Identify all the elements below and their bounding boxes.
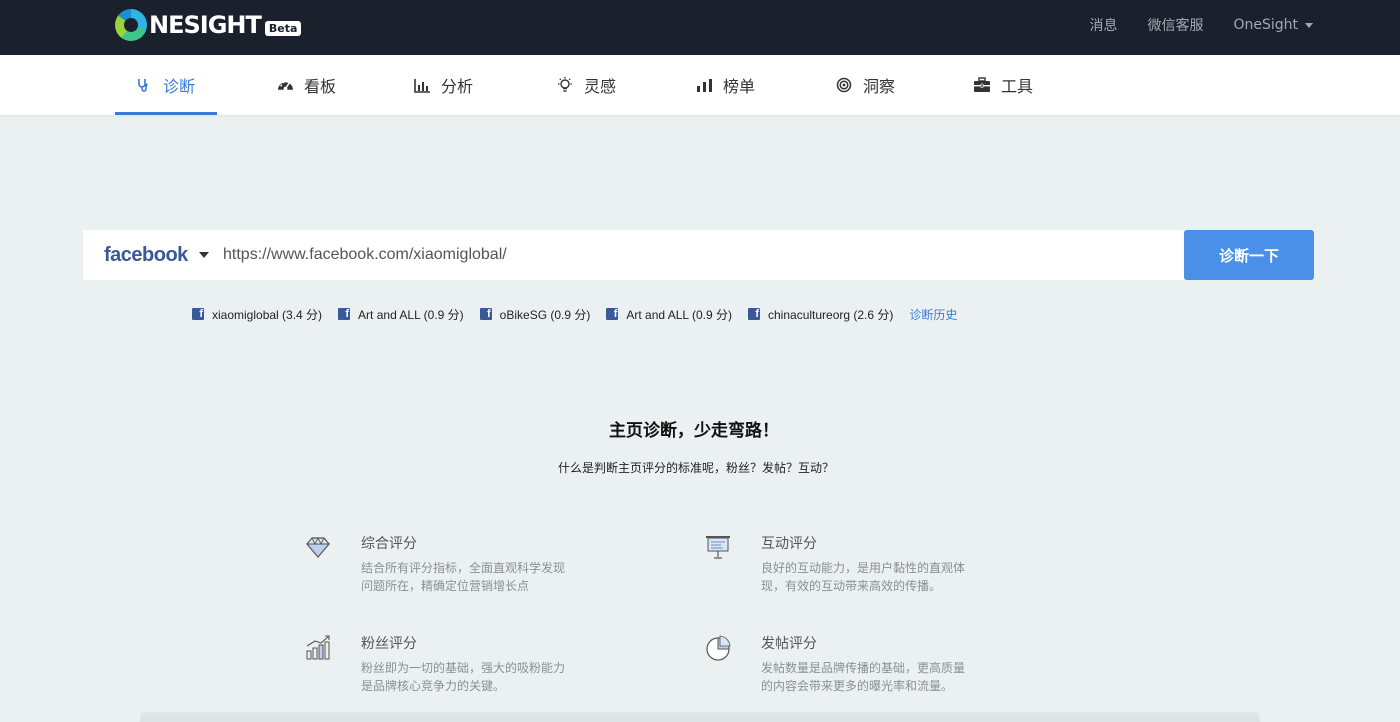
history-item-label: chinacultureorg (2.6 分)	[768, 307, 894, 322]
history-item[interactable]: f chinacultureorg (2.6 分)	[748, 306, 893, 323]
tab-label: 诊断	[163, 77, 196, 96]
platform-label: facebook	[104, 243, 188, 266]
diagnose-button[interactable]: 诊断一下	[1184, 230, 1314, 280]
history-item[interactable]: f Art and ALL (0.9 分)	[606, 306, 732, 323]
feature-description: 良好的互动能力，是用户黏性的直观体现，有效的互动带来高效的传播。	[761, 561, 966, 593]
lightbulb-icon	[556, 76, 574, 94]
platform-select[interactable]: facebook	[104, 230, 209, 280]
facebook-icon: f	[606, 308, 619, 320]
growth-chart-icon	[305, 633, 331, 661]
page-url-input[interactable]	[223, 240, 1163, 270]
beta-badge: Beta	[264, 20, 302, 36]
dashboard-icon	[276, 76, 294, 94]
intro-title: 主页诊断，少走弯路！	[609, 421, 779, 441]
history-item[interactable]: f Art and ALL (0.9 分)	[338, 306, 464, 323]
tab-label: 看板	[304, 77, 337, 96]
history-item-label: Art and ALL (0.9 分)	[358, 307, 464, 322]
content-card-edge	[140, 712, 1260, 722]
history-item-label: oBikeSG (0.9 分)	[499, 307, 591, 322]
feature-title: 粉丝评分	[361, 636, 417, 652]
logo-mark-icon	[115, 9, 147, 41]
tab-insights[interactable]: 洞察	[835, 55, 895, 115]
messages-link[interactable]: 消息	[1089, 15, 1117, 35]
facebook-icon: f	[479, 308, 492, 320]
onesight-logo[interactable]: NESIGHT Beta	[115, 9, 302, 41]
diagnose-history: f xiaomiglobal (3.4 分) f Art and ALL (0.9 …	[192, 306, 957, 322]
history-item-label: Art and ALL (0.9 分)	[626, 307, 732, 322]
intro-subtitle: 什么是判断主页评分的标准呢，粉丝？发帖？互动？	[557, 461, 834, 475]
top-bar: NESIGHT Beta 消息 微信客服 OneSight	[0, 0, 1400, 55]
tab-dashboard[interactable]: 看板	[276, 55, 336, 115]
history-item[interactable]: f xiaomiglobal (3.4 分)	[192, 306, 322, 323]
signal-bars-icon	[695, 76, 713, 94]
facebook-icon: f	[192, 308, 204, 320]
tab-tools[interactable]: 工具	[973, 55, 1033, 115]
diamond-icon	[305, 533, 331, 561]
tab-diagnose[interactable]: 诊断	[114, 55, 218, 115]
bar-chart-icon	[413, 76, 431, 94]
logo-text: NESIGHT	[149, 11, 262, 39]
diagnose-search-box: facebook	[83, 230, 1184, 280]
presentation-icon	[705, 533, 731, 561]
tab-label: 洞察	[863, 77, 896, 96]
feature-title: 综合评分	[361, 536, 417, 552]
history-item[interactable]: f oBikeSG (0.9 分)	[479, 306, 591, 323]
tab-label: 分析	[441, 77, 474, 96]
history-item-label: xiaomiglobal (3.4 分)	[212, 307, 323, 322]
tab-label: 灵感	[584, 77, 617, 96]
stethoscope-icon	[135, 76, 153, 94]
feature-description: 结合所有评分指标，全面直观科学发现问题所在，精确定位营销增长点	[361, 561, 566, 593]
facebook-icon: f	[748, 308, 760, 320]
wechat-support-link[interactable]: 微信客服	[1147, 15, 1203, 35]
tab-analysis[interactable]: 分析	[413, 55, 473, 115]
feature-title: 发帖评分	[761, 636, 817, 652]
diagnose-history-link[interactable]: 诊断历史	[909, 306, 957, 323]
feature-description: 发帖数量是品牌传播的基础，更高质量的内容会带来更多的曝光率和流量。	[761, 661, 966, 693]
top-nav: 消息 微信客服 OneSight	[1089, 0, 1313, 50]
tab-label: 榜单	[723, 77, 756, 96]
caret-down-icon	[1305, 22, 1313, 28]
main-tabs: 诊断 看板 分析 灵感 榜单 洞察 工具	[0, 55, 1400, 115]
tab-label: 工具	[1001, 77, 1034, 96]
toolbox-icon	[973, 76, 991, 94]
tab-inspiration[interactable]: 灵感	[556, 55, 616, 115]
account-name: OneSight	[1233, 17, 1298, 33]
feature-description: 粉丝即为一切的基础，强大的吸粉能力是品牌核心竞争力的关键。	[361, 661, 566, 693]
account-menu[interactable]: OneSight	[1233, 17, 1313, 33]
target-icon	[835, 76, 853, 94]
caret-down-icon	[198, 252, 209, 258]
tab-rankings[interactable]: 榜单	[695, 55, 755, 115]
pie-chart-icon	[705, 633, 731, 661]
feature-title: 互动评分	[761, 536, 817, 552]
facebook-icon: f	[338, 308, 351, 320]
